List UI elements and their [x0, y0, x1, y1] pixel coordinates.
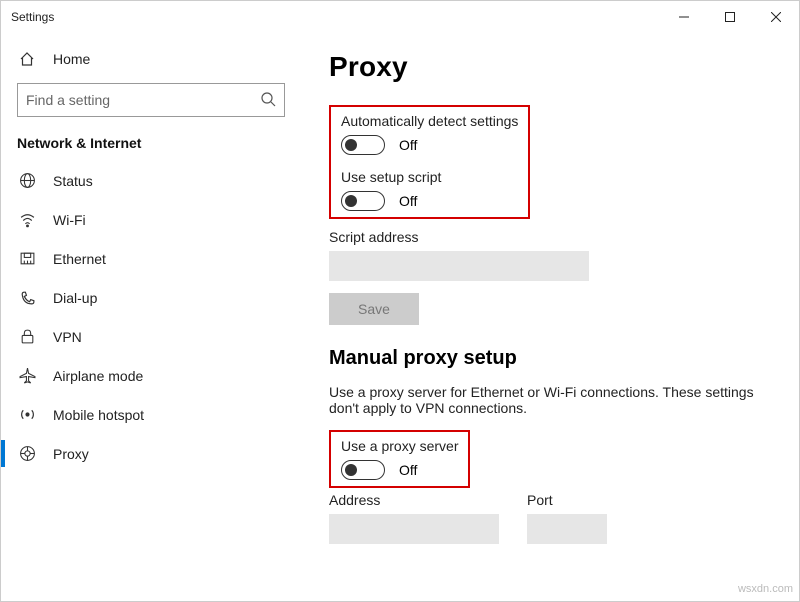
save-button[interactable]: Save [329, 293, 419, 325]
search-placeholder: Find a setting [26, 92, 260, 108]
port-label: Port [527, 492, 607, 508]
sidebar-item-wifi[interactable]: Wi-Fi [1, 200, 301, 239]
sidebar-item-ethernet[interactable]: Ethernet [1, 239, 301, 278]
maximize-button[interactable] [707, 1, 753, 33]
minimize-button[interactable] [661, 1, 707, 33]
sidebar-item-status[interactable]: Status [1, 161, 301, 200]
script-address-label: Script address [329, 229, 771, 245]
sidebar: Home Find a setting Network & Internet S… [1, 33, 301, 601]
window-body: Home Find a setting Network & Internet S… [1, 33, 799, 601]
sidebar-item-airplane[interactable]: Airplane mode [1, 356, 301, 395]
address-input[interactable] [329, 514, 499, 544]
dialup-icon [17, 289, 37, 306]
use-proxy-label: Use a proxy server [341, 438, 458, 454]
sidebar-item-label: Ethernet [53, 251, 106, 267]
sidebar-item-dialup[interactable]: Dial-up [1, 278, 301, 317]
auto-detect-state: Off [399, 137, 417, 153]
highlight-box-auto: Automatically detect settings Off Use se… [329, 105, 530, 219]
airplane-icon [17, 367, 37, 384]
wifi-icon [17, 211, 37, 228]
sidebar-item-label: VPN [53, 329, 82, 345]
highlight-box-manual: Use a proxy server Off [329, 430, 470, 488]
sidebar-item-hotspot[interactable]: Mobile hotspot [1, 395, 301, 434]
sidebar-item-label: Wi-Fi [53, 212, 86, 228]
manual-heading: Manual proxy setup [329, 347, 771, 370]
close-button[interactable] [753, 1, 799, 33]
auto-detect-label: Automatically detect settings [341, 113, 518, 129]
sidebar-item-vpn[interactable]: VPN [1, 317, 301, 356]
sidebar-item-proxy[interactable]: Proxy [1, 434, 301, 473]
setup-script-toggle[interactable] [341, 191, 385, 211]
sidebar-item-label: Airplane mode [53, 368, 143, 384]
vpn-icon [17, 328, 37, 345]
manual-description: Use a proxy server for Ethernet or Wi-Fi… [329, 384, 759, 416]
sidebar-item-label: Dial-up [53, 290, 97, 306]
globe-icon [17, 172, 37, 189]
proxy-icon [17, 445, 37, 462]
script-address-input[interactable] [329, 251, 589, 281]
ethernet-icon [17, 250, 37, 267]
search-input[interactable]: Find a setting [17, 83, 285, 117]
watermark: wsxdn.com [738, 583, 793, 595]
section-title: Network & Internet [1, 131, 301, 161]
setup-script-state: Off [399, 193, 417, 209]
setup-script-label: Use setup script [341, 169, 518, 185]
search-icon [260, 91, 276, 110]
home-label: Home [53, 51, 90, 67]
use-proxy-state: Off [399, 462, 417, 478]
content-pane: Proxy Automatically detect settings Off … [301, 33, 799, 601]
auto-detect-toggle[interactable] [341, 135, 385, 155]
home-icon [17, 51, 37, 67]
address-label: Address [329, 492, 499, 508]
home-button[interactable]: Home [1, 41, 301, 77]
sidebar-item-label: Status [53, 173, 93, 189]
port-input[interactable] [527, 514, 607, 544]
window-title: Settings [11, 10, 54, 24]
use-proxy-toggle[interactable] [341, 460, 385, 480]
window-controls [661, 1, 799, 33]
sidebar-item-label: Proxy [53, 446, 89, 462]
settings-window: Settings Home Find a setting [0, 0, 800, 602]
hotspot-icon [17, 406, 37, 423]
page-title: Proxy [329, 51, 771, 83]
sidebar-item-label: Mobile hotspot [53, 407, 144, 423]
titlebar: Settings [1, 1, 799, 33]
